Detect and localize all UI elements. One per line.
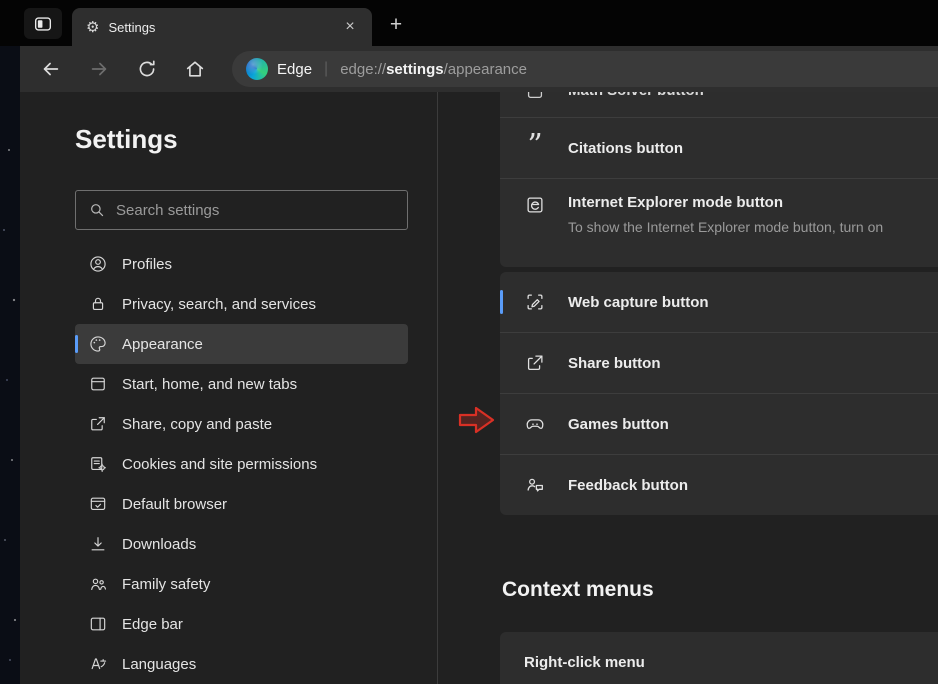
sidebar-item-label: Family safety bbox=[122, 576, 210, 593]
toolbar-buttons-card-2: Web capture button Share button Games bu… bbox=[500, 272, 938, 515]
languages-icon bbox=[88, 654, 108, 674]
citations-icon: ” bbox=[524, 137, 546, 159]
url-scheme: edge:// bbox=[340, 61, 386, 78]
tab-close-icon[interactable]: × bbox=[338, 15, 362, 39]
home-button[interactable] bbox=[178, 52, 212, 86]
tab-favicon-gear-icon: ⚙ bbox=[86, 20, 99, 35]
sidebar-item-family-safety[interactable]: Family safety bbox=[75, 564, 408, 604]
refresh-button[interactable] bbox=[130, 52, 164, 86]
context-menus-card: Right-click menu bbox=[500, 632, 938, 684]
sidebar-item-label: Share, copy and paste bbox=[122, 416, 272, 433]
palette-icon bbox=[88, 334, 108, 354]
ie-mode-icon bbox=[524, 194, 546, 216]
settings-search-box[interactable] bbox=[75, 190, 408, 230]
new-tab-page-icon bbox=[88, 374, 108, 394]
row-label: Feedback button bbox=[568, 477, 688, 494]
sidebar-item-label: Edge bar bbox=[122, 616, 183, 633]
share-icon bbox=[88, 414, 108, 434]
home-icon bbox=[184, 58, 206, 80]
url-highlight: settings bbox=[386, 61, 444, 78]
download-icon bbox=[88, 534, 108, 554]
sidebar-divider bbox=[437, 92, 438, 684]
sidebar-item-default-browser[interactable]: Default browser bbox=[75, 484, 408, 524]
sidebar-item-edge-bar[interactable]: Edge bar bbox=[75, 604, 408, 644]
tab-title: Settings bbox=[108, 20, 329, 35]
share-button-icon bbox=[524, 352, 546, 374]
browser-tab-settings[interactable]: ⚙ Settings × bbox=[72, 8, 372, 46]
settings-nav-list: Profiles Privacy, search, and services A… bbox=[75, 244, 408, 684]
screen: ⚙ Settings × + Edge bbox=[0, 0, 938, 684]
sidebar-item-profiles[interactable]: Profiles bbox=[75, 244, 408, 284]
settings-row-games[interactable]: Games button bbox=[500, 394, 938, 454]
row-label: Web capture button bbox=[568, 294, 709, 311]
settings-page: Settings Profiles Privacy, search, and s… bbox=[20, 92, 938, 684]
settings-row-ie-mode[interactable]: Internet Explorer mode button To show th… bbox=[500, 179, 938, 267]
feedback-icon bbox=[524, 474, 546, 496]
row-label: Right-click menu bbox=[524, 654, 645, 671]
row-label: Share button bbox=[568, 355, 661, 372]
settings-row-right-click-menu[interactable]: Right-click menu bbox=[500, 632, 938, 684]
sidebar-item-cookies[interactable]: Cookies and site permissions bbox=[75, 444, 408, 484]
browser-tab-bar: ⚙ Settings × + bbox=[0, 0, 938, 46]
browser-check-icon bbox=[88, 494, 108, 514]
tab-layout-button[interactable] bbox=[24, 8, 62, 39]
web-capture-icon bbox=[524, 291, 546, 313]
refresh-icon bbox=[136, 58, 158, 80]
sidebar-item-appearance[interactable]: Appearance bbox=[75, 324, 408, 364]
address-bar[interactable]: Edge | edge://settings/appearance bbox=[232, 51, 938, 87]
games-controller-icon bbox=[524, 413, 546, 435]
settings-search-input[interactable] bbox=[116, 202, 395, 219]
sidebar-item-label: Languages bbox=[122, 656, 196, 673]
settings-row-feedback[interactable]: Feedback button bbox=[500, 455, 938, 515]
row-label: Math Solver button bbox=[568, 92, 704, 99]
url-rest: /appearance bbox=[444, 61, 527, 78]
back-icon bbox=[40, 58, 62, 80]
appearance-settings-pane: Math Solver button ” Citations button In… bbox=[500, 92, 938, 684]
family-icon bbox=[88, 574, 108, 594]
sidebar-item-label: Privacy, search, and services bbox=[122, 296, 316, 313]
sidebar-item-share-copy[interactable]: Share, copy and paste bbox=[75, 404, 408, 444]
edge-logo-icon bbox=[246, 58, 268, 80]
search-icon bbox=[88, 201, 106, 219]
site-permissions-icon bbox=[88, 454, 108, 474]
sidebar-item-label: Profiles bbox=[122, 256, 172, 273]
row-description: To show the Internet Explorer mode butto… bbox=[568, 219, 883, 235]
profiles-icon bbox=[88, 254, 108, 274]
forward-button[interactable] bbox=[82, 52, 116, 86]
settings-row-share[interactable]: Share button bbox=[500, 333, 938, 393]
tab-layout-icon bbox=[32, 13, 54, 35]
settings-row-math-solver[interactable]: Math Solver button bbox=[500, 92, 938, 117]
sidebar-item-label: Appearance bbox=[122, 336, 203, 353]
context-menus-heading: Context menus bbox=[502, 578, 654, 602]
sidebar-item-start-home[interactable]: Start, home, and new tabs bbox=[75, 364, 408, 404]
row-label: Games button bbox=[568, 416, 669, 433]
row-label: Internet Explorer mode button bbox=[568, 194, 783, 211]
sidebar-item-label: Downloads bbox=[122, 536, 196, 553]
lock-icon bbox=[88, 294, 108, 314]
address-url: edge://settings/appearance bbox=[340, 61, 527, 78]
sidebar-item-label: Start, home, and new tabs bbox=[122, 376, 297, 393]
settings-row-citations[interactable]: ” Citations button bbox=[500, 118, 938, 178]
red-arrow-icon bbox=[457, 403, 497, 437]
red-arrow-annotation bbox=[457, 403, 497, 437]
row-label: Citations button bbox=[568, 140, 683, 157]
edge-bar-icon bbox=[88, 614, 108, 634]
sidebar-item-label: Cookies and site permissions bbox=[122, 456, 317, 473]
math-solver-icon bbox=[524, 92, 546, 101]
settings-page-title: Settings bbox=[75, 124, 178, 155]
new-tab-button[interactable]: + bbox=[382, 11, 410, 39]
back-button[interactable] bbox=[34, 52, 68, 86]
address-separator: | bbox=[324, 60, 328, 78]
sidebar-item-privacy[interactable]: Privacy, search, and services bbox=[75, 284, 408, 324]
sidebar-item-languages[interactable]: Languages bbox=[75, 644, 408, 684]
sidebar-item-label: Default browser bbox=[122, 496, 227, 513]
toolbar-buttons-card: Math Solver button ” Citations button In… bbox=[500, 92, 938, 267]
highlight-accent-bar bbox=[500, 290, 503, 314]
sidebar-item-downloads[interactable]: Downloads bbox=[75, 524, 408, 564]
browser-toolbar: Edge | edge://settings/appearance bbox=[20, 46, 938, 92]
settings-row-web-capture[interactable]: Web capture button bbox=[500, 272, 938, 332]
address-brand: Edge bbox=[277, 61, 312, 78]
forward-icon bbox=[88, 58, 110, 80]
